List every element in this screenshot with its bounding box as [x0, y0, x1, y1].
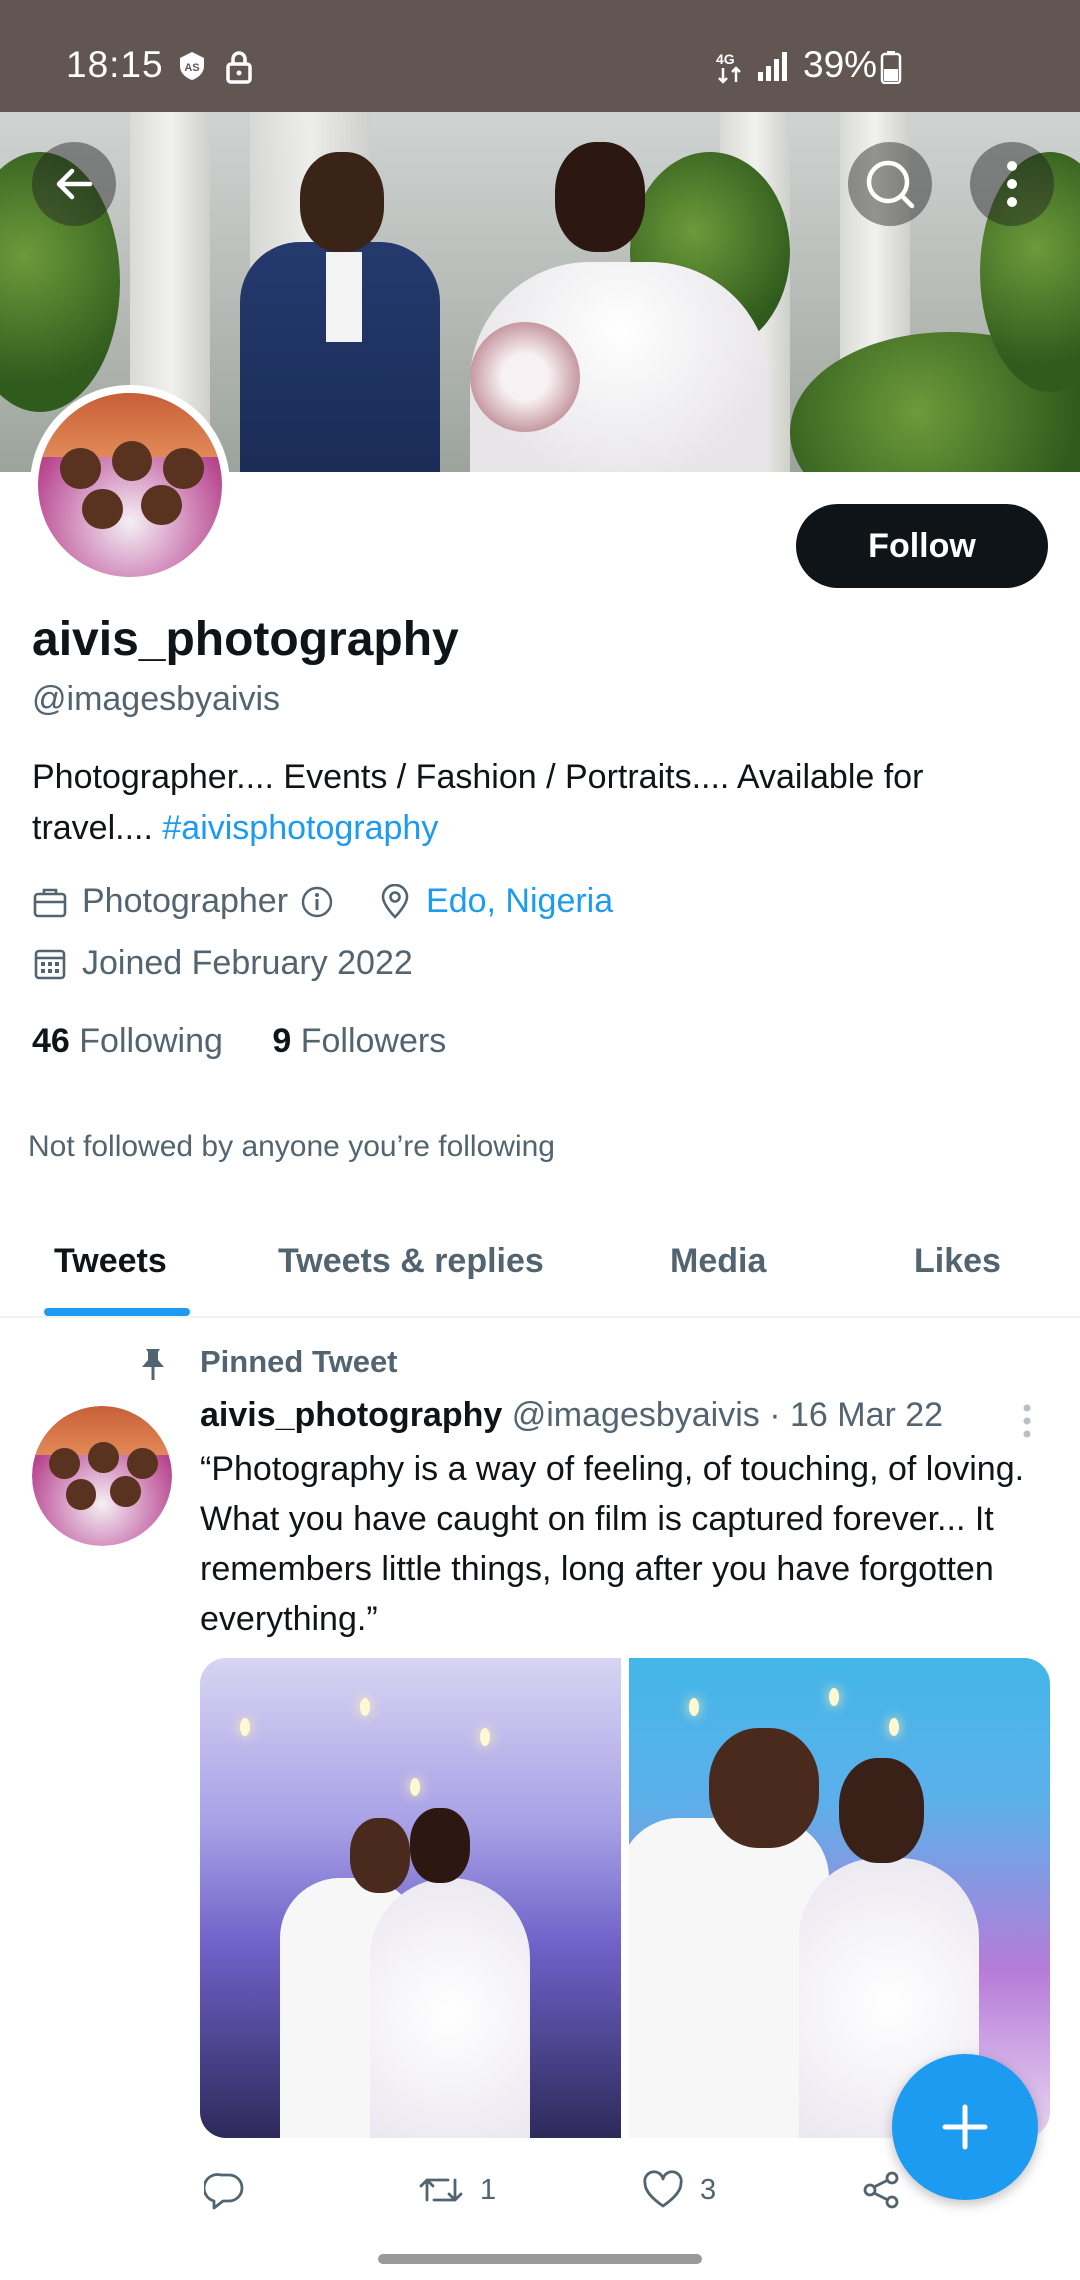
home-indicator-bar[interactable]	[378, 2254, 702, 2264]
tweet-author-avatar[interactable]	[32, 1406, 172, 1546]
battery-icon	[880, 50, 902, 89]
tweet-more-button[interactable]	[1020, 1402, 1034, 1445]
more-vertical-icon	[1023, 1404, 1031, 1438]
profile-location[interactable]: Edo, Nigeria	[426, 882, 613, 921]
tweet-author-handle[interactable]: @imagesbyaivis	[512, 1396, 760, 1434]
following-count: 46	[32, 1022, 70, 1060]
retweet-count: 1	[480, 2173, 497, 2206]
retweet-button[interactable]: 1	[418, 2170, 496, 2210]
as-badge-icon: AS	[176, 50, 208, 87]
profile-tabs: Tweets Tweets & replies Media Likes	[0, 1214, 1080, 1318]
lock-icon	[224, 50, 254, 89]
profile-bio: Photographer.... Events / Fashion / Port…	[32, 752, 1042, 854]
tab-tweets-replies[interactable]: Tweets & replies	[278, 1242, 544, 1281]
plus-icon	[942, 2104, 988, 2150]
more-vertical-icon	[1007, 161, 1017, 207]
like-count: 3	[700, 2173, 717, 2206]
info-icon[interactable]	[300, 885, 334, 919]
heart-icon	[643, 2170, 683, 2208]
tweet-photo-1[interactable]	[200, 1658, 621, 2138]
tab-media[interactable]: Media	[670, 1242, 766, 1281]
battery-percent: 39%	[803, 44, 878, 85]
profile-handle: @imagesbyaivis	[32, 680, 281, 718]
like-button[interactable]: 3	[642, 2170, 716, 2210]
share-button[interactable]	[860, 2170, 918, 2210]
4g-data-icon: 4G	[716, 50, 746, 89]
reply-icon	[204, 2173, 244, 2210]
calendar-icon	[34, 949, 66, 979]
compose-tweet-button[interactable]	[892, 2054, 1038, 2200]
followers-link[interactable]: 9 Followers	[272, 1022, 446, 1060]
share-icon	[863, 2171, 899, 2209]
follow-button[interactable]: Follow	[796, 504, 1048, 588]
pinned-tweet-label: Pinned Tweet	[200, 1344, 398, 1379]
profile-category: Photographer	[82, 882, 289, 920]
tweet-author-name[interactable]: aivis_photography	[200, 1396, 502, 1434]
active-tab-indicator	[44, 1308, 190, 1316]
not-followed-notice: Not followed by anyone you’re following	[28, 1130, 555, 1163]
search-button[interactable]	[848, 142, 932, 226]
reply-button[interactable]	[204, 2170, 262, 2210]
profile-display-name: aivis_photography	[32, 613, 459, 666]
pin-icon	[136, 1346, 170, 1387]
retweet-icon	[419, 2178, 463, 2202]
followers-label: Followers	[300, 1022, 447, 1060]
signal-icon	[756, 50, 790, 87]
profile-joined-row: Joined February 2022	[32, 944, 413, 983]
tab-tweets[interactable]: Tweets	[54, 1242, 167, 1281]
status-bar: 18:15 AS 4G 39%	[0, 0, 1080, 112]
followers-count: 9	[272, 1022, 292, 1060]
profile-joined-date: Joined February 2022	[82, 944, 413, 982]
tweet-header: aivis_photography @imagesbyaivis · 16 Ma…	[200, 1396, 943, 1435]
briefcase-icon	[33, 888, 67, 917]
svg-text:4G: 4G	[716, 51, 735, 67]
bio-hashtag-link[interactable]: #aivisphotography	[162, 809, 438, 847]
follow-counts: 46 Following 9 Followers	[32, 1022, 446, 1061]
profile-meta-row: Photographer Edo, Nigeria	[32, 882, 613, 921]
svg-text:AS: AS	[184, 62, 199, 74]
following-link[interactable]: 46 Following	[32, 1022, 223, 1060]
following-label: Following	[79, 1022, 223, 1060]
location-pin-icon	[381, 883, 409, 919]
search-icon	[866, 160, 915, 209]
tweet-text: “Photography is a way of feeling, of tou…	[200, 1450, 1025, 1638]
status-time: 18:15	[66, 44, 164, 85]
back-arrow-icon	[56, 168, 93, 200]
profile-avatar[interactable]	[30, 385, 230, 585]
tab-likes[interactable]: Likes	[914, 1242, 1001, 1281]
tweet-date: · 16 Mar 22	[769, 1396, 944, 1434]
more-options-button[interactable]	[970, 142, 1054, 226]
back-button[interactable]	[32, 142, 116, 226]
